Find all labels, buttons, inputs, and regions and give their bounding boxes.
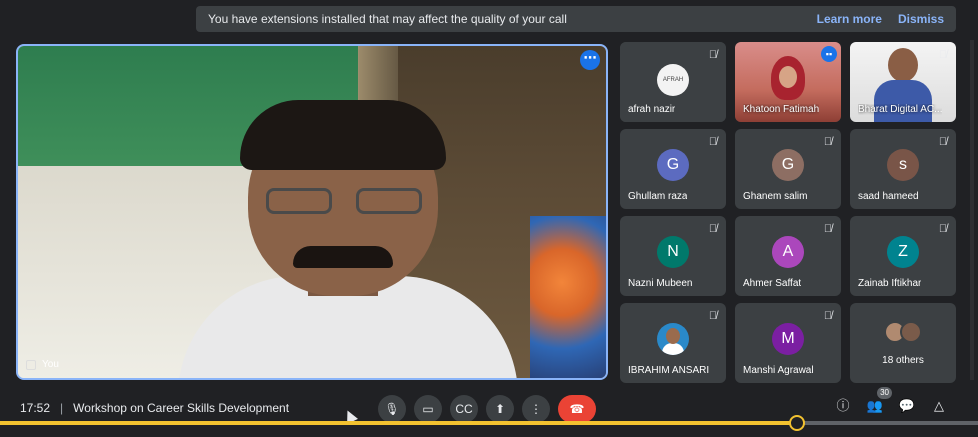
participant-avatar: G xyxy=(657,149,689,181)
muted-mic-icon: 🎙̸ xyxy=(708,136,718,148)
participant-name: Ahmer Saffat xyxy=(743,278,802,289)
participant-tile[interactable]: M 🎙̸ Manshi Agrawal xyxy=(735,303,841,383)
muted-mic-icon: 🎙̸ xyxy=(708,49,718,61)
activities-icon[interactable]: △ xyxy=(928,395,950,417)
muted-mic-icon: 🎙̸ xyxy=(938,136,948,148)
meeting-details-icon[interactable]: ⓘ xyxy=(832,395,854,417)
dismiss-button[interactable]: Dismiss xyxy=(898,12,944,26)
grid-scrollbar[interactable] xyxy=(970,40,974,380)
learn-more-link[interactable]: Learn more xyxy=(817,12,882,26)
meeting-title: Workshop on Career Skills Development xyxy=(73,401,290,415)
participant-avatar: M xyxy=(772,323,804,355)
participant-tile[interactable]: AFRAH 🎙̸ afrah nazir xyxy=(620,42,726,122)
participant-name: Zainab Iftikhar xyxy=(858,278,922,289)
participant-tile[interactable]: Z 🎙̸ Zainab Iftikhar xyxy=(850,216,956,296)
participant-tile[interactable]: G 🎙̸ Ghullam raza xyxy=(620,129,726,209)
participant-name: saad hameed xyxy=(858,191,919,202)
video-progress-bar[interactable] xyxy=(0,415,978,431)
muted-mic-icon: 🎙̸ xyxy=(823,223,833,235)
participant-tile[interactable]: N 🎙̸ Nazni Mubeen xyxy=(620,216,726,296)
participant-tile[interactable]: A 🎙̸ Ahmer Saffat xyxy=(735,216,841,296)
more-actions-icon[interactable]: ⋮ xyxy=(522,395,550,423)
participant-avatar: A xyxy=(772,236,804,268)
participant-name: Manshi Agrawal xyxy=(743,365,814,376)
meeting-info: 17:52 | Workshop on Career Skills Develo… xyxy=(20,401,289,415)
participant-tile[interactable]: s 🎙̸ saad hameed xyxy=(850,129,956,209)
participant-name: Nazni Mubeen xyxy=(628,278,693,289)
others-count-label: 18 others xyxy=(882,355,924,366)
self-label: You xyxy=(26,359,59,370)
participant-avatar: s xyxy=(887,149,919,181)
video-progress-fill xyxy=(0,421,798,425)
side-controls: ⓘ 👥 30 💬 △ xyxy=(832,387,950,417)
end-call-icon[interactable]: ☎ xyxy=(558,395,596,423)
speaker-hair xyxy=(240,100,446,170)
participant-avatar: G xyxy=(772,149,804,181)
muted-mic-icon: 🎙̸ xyxy=(823,310,833,322)
camera-icon[interactable]: ▭ xyxy=(414,395,442,423)
participant-name: afrah nazir xyxy=(628,104,676,115)
participant-name: Bharat Digital AC... xyxy=(858,104,943,115)
participant-tile[interactable]: 🎙̸ IBRAHIM ANSARI xyxy=(620,303,726,383)
video-progress-handle[interactable] xyxy=(789,415,806,431)
pin-icon xyxy=(26,359,36,370)
participant-logo-image: AFRAH xyxy=(657,64,689,96)
participant-name: IBRAHIM ANSARI xyxy=(628,365,710,376)
participant-avatar-photo xyxy=(657,323,689,355)
muted-mic-icon: 🎙̸ xyxy=(823,136,833,148)
participant-name: Khatoon Fatimah xyxy=(743,104,820,115)
participant-avatar: N xyxy=(657,236,689,268)
participant-tile[interactable]: G 🎙̸ Ghanem salim xyxy=(735,129,841,209)
participant-name: Ghanem salim xyxy=(743,191,808,202)
extensions-warning-banner: You have extensions installed that may a… xyxy=(196,6,956,32)
more-options-icon[interactable]: ⋯ xyxy=(580,50,600,70)
captions-icon[interactable]: CC xyxy=(450,395,478,423)
chat-icon[interactable]: 💬 xyxy=(896,395,918,417)
meeting-time: 17:52 xyxy=(20,401,51,415)
participant-tile[interactable]: 🎙̸ Bharat Digital AC... xyxy=(850,42,956,122)
participant-grid: AFRAH 🎙̸ afrah nazir ▪▪ Khatoon Fatimah 🎙̸ Bha… xyxy=(620,42,958,383)
participant-tile[interactable]: ▪▪ Khatoon Fatimah xyxy=(735,42,841,122)
microphone-icon[interactable]: 🎙 xyxy=(378,395,406,423)
muted-mic-icon: 🎙̸ xyxy=(708,223,718,235)
participant-name: Ghullam raza xyxy=(628,191,688,202)
people-icon[interactable]: 👥 30 xyxy=(864,387,892,417)
self-label-text: You xyxy=(42,359,59,370)
call-controls: 🎙 ▭ CC ⬆ ⋮ ☎ xyxy=(378,395,596,423)
participant-avatar: Z xyxy=(887,236,919,268)
muted-mic-icon: 🎙̸ xyxy=(938,223,948,235)
speaker-video xyxy=(178,100,518,378)
meeting-separator: | xyxy=(60,401,64,415)
present-screen-icon[interactable]: ⬆ xyxy=(486,395,514,423)
background-poster xyxy=(530,216,606,378)
speaker-glasses xyxy=(266,188,426,218)
muted-mic-icon: 🎙̸ xyxy=(708,310,718,322)
others-avatars xyxy=(884,321,924,345)
banner-message: You have extensions installed that may a… xyxy=(208,12,567,26)
speaker-mustache xyxy=(293,246,393,268)
participant-tile[interactable]: 18 others xyxy=(850,303,956,383)
speaking-indicator-icon: ▪▪ xyxy=(821,46,837,62)
muted-mic-icon: 🎙̸ xyxy=(938,49,948,61)
main-speaker-tile[interactable]: ⋯ You xyxy=(16,44,608,380)
people-count-badge: 30 xyxy=(877,387,892,399)
